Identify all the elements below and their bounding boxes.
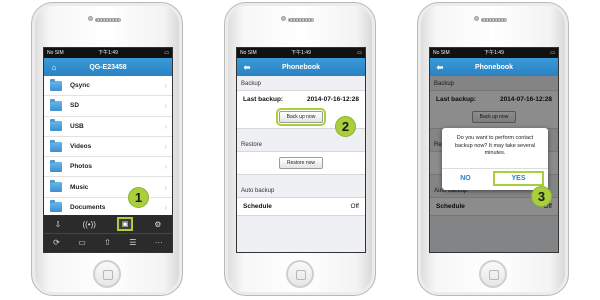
status-bar: No SIM 下午1:49 ▭ <box>430 48 558 58</box>
restore-now-button[interactable]: Restore now <box>279 157 323 169</box>
phone-frame-1: No SIM 下午1:49 ▭ ⌂ QG-E23458 Qsync › SD › U… <box>31 2 183 296</box>
app-bar: ⬅ Phonebook <box>237 58 365 76</box>
step-badge-1: 1 <box>128 187 149 208</box>
status-bar: No SIM 下午1:49 ▭ <box>44 48 172 58</box>
front-camera <box>474 16 479 21</box>
chevron-right-icon: › <box>164 121 167 131</box>
speaker-grille <box>95 18 121 22</box>
folder-label: Music <box>70 183 89 191</box>
folder-label: Documents <box>70 203 106 211</box>
chevron-right-icon: › <box>164 162 167 172</box>
list-item[interactable]: USB › <box>44 117 172 137</box>
chevron-right-icon: › <box>164 202 167 212</box>
folder-icon <box>50 119 62 132</box>
home-icon[interactable]: ⌂ <box>44 63 64 72</box>
app-bar: ⬅ Phonebook <box>430 58 558 76</box>
page-title: QG-E23458 <box>89 63 127 71</box>
app-bar: ⌂ QG-E23458 <box>44 58 172 76</box>
folder-add-icon[interactable]: ▭ <box>78 238 86 247</box>
schedule-label: Schedule <box>243 203 272 210</box>
folder-label: Photos <box>70 163 93 171</box>
backup-section-header: Backup <box>241 81 262 87</box>
dialog-actions: NO YES <box>442 168 548 188</box>
step-badge-3: 3 <box>531 186 552 207</box>
upload-icon[interactable]: ⇧ <box>104 238 111 247</box>
folder-icon <box>50 180 62 193</box>
yes-button[interactable]: YES <box>493 171 544 186</box>
back-arrow-icon[interactable]: ⬅ <box>237 63 257 72</box>
status-bar: No SIM 下午1:49 ▭ <box>237 48 365 58</box>
phonebook-confirm-screen: No SIM 下午1:49 ▭ ⬅ Phonebook Backup Last … <box>429 47 559 253</box>
last-backup-value: 2014-07-16-12:28 <box>306 96 359 103</box>
bottom-toolbar: ⇩ ((•)) ▣ ⚙ ⟳ ▭ ⇧ ☰ ··· <box>44 215 172 252</box>
sort-icon[interactable]: ☰ <box>129 238 136 247</box>
sync-icon[interactable]: ⟳ <box>53 238 60 247</box>
chevron-right-icon: › <box>164 81 167 91</box>
folders-screen: No SIM 下午1:49 ▭ ⌂ QG-E23458 Qsync › SD › U… <box>43 47 173 253</box>
gear-icon[interactable]: ⚙ <box>154 220 161 229</box>
chevron-right-icon: › <box>164 182 167 192</box>
front-camera <box>88 16 93 21</box>
home-button[interactable] <box>479 260 507 288</box>
folder-list: Qsync › SD › USB › Videos › Photos › Music › D… <box>44 76 172 219</box>
phonebook-content: Backup Last backup: 2014-07-16-12:28 Bac… <box>237 76 365 252</box>
list-item[interactable]: Photos › <box>44 157 172 178</box>
restore-section: Restore now <box>237 151 365 175</box>
home-button[interactable] <box>286 260 314 288</box>
folder-icon <box>50 159 62 172</box>
front-camera <box>281 16 286 21</box>
chevron-right-icon: › <box>164 101 167 111</box>
wireless-icon[interactable]: ((•)) <box>82 220 95 229</box>
home-button[interactable] <box>93 260 121 288</box>
status-time: 下午1:49 <box>484 50 504 56</box>
list-item[interactable]: Qsync › <box>44 76 172 97</box>
back-up-now-button[interactable]: Back up now <box>276 108 326 126</box>
schedule-value: Off <box>350 203 359 210</box>
auto-backup-section: Schedule Off <box>237 197 365 216</box>
folder-label: Videos <box>70 143 92 151</box>
dialog-message: Do you want to perform contact backup no… <box>454 135 536 156</box>
status-time: 下午1:49 <box>291 50 311 56</box>
speaker-grille <box>288 18 314 22</box>
folder-icon <box>50 78 62 91</box>
confirm-dialog: Do you want to perform contact backup no… <box>442 128 548 190</box>
restore-section-header: Restore <box>241 142 263 148</box>
folder-label: USB <box>70 122 84 130</box>
page-title: Phonebook <box>474 63 514 71</box>
folder-label: SD <box>70 102 80 110</box>
download-icon[interactable]: ⇩ <box>55 220 62 229</box>
list-item[interactable]: Music › <box>44 177 172 198</box>
last-backup-row: Last backup: 2014-07-16-12:28 <box>237 91 365 108</box>
backup-icon[interactable]: ▣ <box>117 217 134 231</box>
chevron-right-icon: › <box>164 142 167 152</box>
phonebook-screen: No SIM 下午1:49 ▭ ⬅ Phonebook Backup Last … <box>236 47 366 253</box>
folder-icon <box>50 139 62 152</box>
step-badge-2: 2 <box>335 116 356 137</box>
folder-icon <box>50 200 62 213</box>
status-time: 下午1:49 <box>98 50 118 56</box>
folder-icon <box>50 98 62 111</box>
phone-frame-2: No SIM 下午1:49 ▭ ⬅ Phonebook Backup Last … <box>224 2 376 296</box>
last-backup-label: Last backup: <box>243 96 284 103</box>
no-button[interactable]: NO <box>442 169 489 188</box>
list-item[interactable]: SD › <box>44 96 172 117</box>
folder-label: Qsync <box>70 82 90 90</box>
page-title: Phonebook <box>281 63 321 71</box>
back-arrow-icon[interactable]: ⬅ <box>430 63 450 72</box>
phone-frame-3: No SIM 下午1:49 ▭ ⬅ Phonebook Backup Last … <box>417 2 569 296</box>
schedule-row[interactable]: Schedule Off <box>237 198 365 215</box>
auto-backup-section-header: Auto backup <box>241 188 275 194</box>
speaker-grille <box>481 18 507 22</box>
list-item[interactable]: Videos › <box>44 137 172 158</box>
more-icon[interactable]: ··· <box>155 238 163 247</box>
